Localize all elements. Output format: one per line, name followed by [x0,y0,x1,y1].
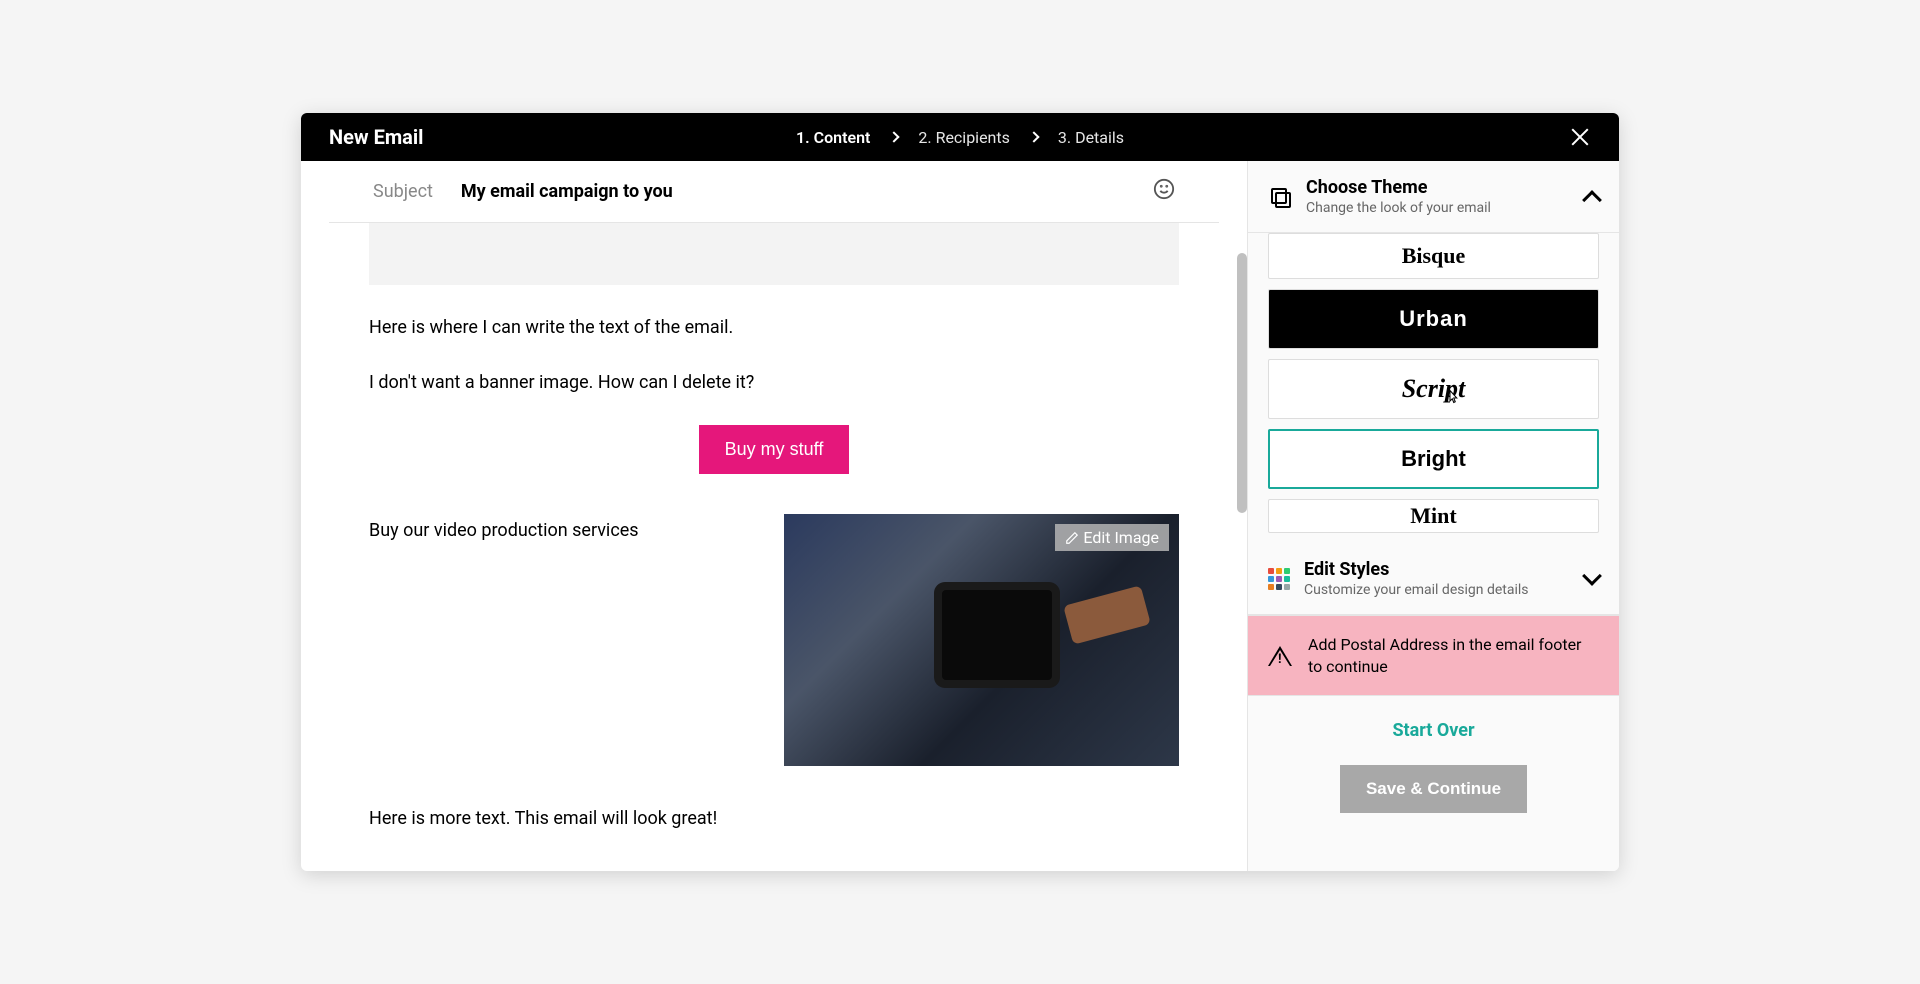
chevron-right-icon [1028,131,1039,142]
theme-option-mint[interactable]: Mint [1268,499,1599,533]
step-details[interactable]: 3. Details [1058,128,1124,147]
emoji-icon[interactable] [1153,178,1175,206]
edit-image-button[interactable]: Edit Image [1055,524,1169,551]
start-over-button[interactable]: Start Over [1268,720,1599,741]
edit-styles-subtitle: Customize your email design details [1304,582,1571,598]
scrollbar-thumb[interactable] [1237,253,1247,513]
banner-image-placeholder[interactable] [369,223,1179,285]
theme-list: Bisque Urban Script Bright Mint [1248,233,1619,543]
modal-header: New Email 1. Content 2. Recipients 3. De… [301,113,1619,161]
theme-option-bisque[interactable]: Bisque [1268,233,1599,279]
chevron-right-icon [889,131,900,142]
content-image[interactable] [784,514,1179,766]
warning-banner: ! Add Postal Address in the email footer… [1248,615,1619,696]
body-paragraph[interactable]: I don't want a banner image. How can I d… [369,370,1179,395]
right-sidebar: Choose Theme Change the look of your ema… [1247,161,1619,871]
step-breadcrumb: 1. Content 2. Recipients 3. Details [796,128,1124,147]
modal-body: Subject My email campaign to you Here is… [301,161,1619,871]
theme-icon [1268,185,1292,209]
pencil-icon [1065,531,1079,545]
body-paragraph[interactable]: Here is more text. This email will look … [369,806,1179,831]
chevron-up-icon [1582,190,1602,210]
theme-option-script[interactable]: Script [1268,359,1599,419]
edit-styles-header[interactable]: Edit Styles Customize your email design … [1248,543,1619,615]
new-email-modal: New Email 1. Content 2. Recipients 3. De… [301,113,1619,871]
warning-icon: ! [1268,646,1292,666]
subject-label: Subject [373,181,433,202]
save-continue-button[interactable]: Save & Continue [1340,765,1527,813]
close-icon[interactable] [1569,126,1591,148]
two-column-block: Buy our video production services Edit I… [369,514,1179,766]
editor-column: Subject My email campaign to you Here is… [301,161,1247,871]
chevron-down-icon [1582,566,1602,586]
body-paragraph[interactable]: Here is where I can write the text of th… [369,315,1179,340]
edit-image-label: Edit Image [1083,528,1159,547]
email-content-editor[interactable]: Here is where I can write the text of th… [351,223,1197,832]
step-content[interactable]: 1. Content [796,128,870,147]
cursor-pointer-icon [1444,389,1462,412]
sidebar-footer: Start Over Save & Continue [1248,696,1619,839]
cta-button[interactable]: Buy my stuff [699,425,850,474]
subject-row: Subject My email campaign to you [329,161,1219,223]
subject-input[interactable]: My email campaign to you [461,181,1153,202]
editor-scroll-area[interactable]: Here is where I can write the text of th… [301,223,1247,871]
warning-text: Add Postal Address in the email footer t… [1308,634,1599,677]
column-text[interactable]: Buy our video production services [369,514,764,541]
choose-theme-header[interactable]: Choose Theme Change the look of your ema… [1248,161,1619,233]
edit-styles-title: Edit Styles [1304,559,1571,580]
step-recipients[interactable]: 2. Recipients [918,128,1009,147]
modal-title: New Email [329,125,423,149]
choose-theme-subtitle: Change the look of your email [1306,200,1571,216]
theme-option-bright[interactable]: Bright [1268,429,1599,489]
column-image[interactable]: Edit Image [784,514,1179,766]
scrollbar[interactable] [1237,223,1247,871]
palette-icon [1268,568,1290,590]
theme-option-urban[interactable]: Urban [1268,289,1599,349]
choose-theme-title: Choose Theme [1306,177,1571,198]
